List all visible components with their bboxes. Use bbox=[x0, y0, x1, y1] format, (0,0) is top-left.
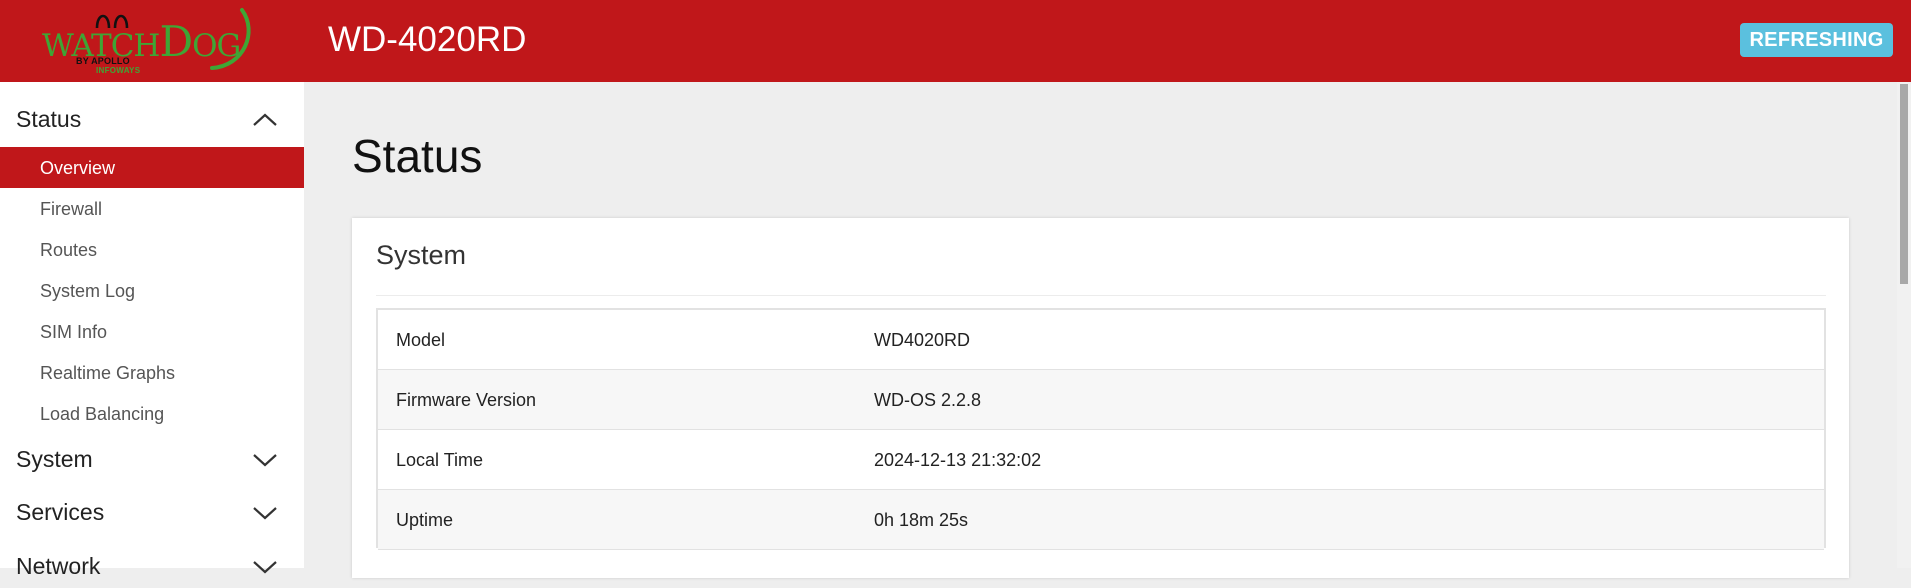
table-row: Uptime 0h 18m 25s bbox=[378, 490, 1824, 550]
system-panel: System Model WD4020RD Firmware Version W… bbox=[352, 218, 1849, 578]
chevron-down-icon bbox=[253, 507, 277, 520]
sidebar-section-label: System bbox=[16, 446, 93, 472]
panel-divider bbox=[376, 295, 1826, 296]
table-row: Local Time 2024-12-13 21:32:02 bbox=[378, 430, 1824, 490]
sidebar-item-firewall[interactable]: Firewall bbox=[0, 188, 304, 229]
row-value: WD4020RD bbox=[874, 330, 971, 350]
system-info-table: Model WD4020RD Firmware Version WD-OS 2.… bbox=[376, 308, 1826, 550]
table-row: Firmware Version WD-OS 2.2.8 bbox=[378, 370, 1824, 430]
sidebar-section-system[interactable]: System bbox=[0, 437, 304, 481]
row-value: WD-OS 2.2.8 bbox=[874, 390, 982, 410]
scrollbar-thumb[interactable] bbox=[1900, 84, 1908, 284]
sidebar-item-system-log[interactable]: System Log bbox=[0, 270, 304, 311]
sidebar-item-overview[interactable]: Overview bbox=[0, 147, 304, 188]
sidebar-item-label: Overview bbox=[40, 158, 116, 178]
row-key: Firmware Version bbox=[396, 390, 537, 410]
logo-text-d: D bbox=[159, 17, 193, 66]
sidebar-section-services[interactable]: Services bbox=[0, 490, 304, 534]
sidebar-item-label: Load Balancing bbox=[40, 404, 165, 424]
sidebar-item-label: Realtime Graphs bbox=[40, 363, 176, 383]
sidebar-section-label: Network bbox=[16, 553, 101, 579]
sidebar-item-label: SIM Info bbox=[40, 322, 108, 342]
refreshing-button[interactable]: REFRESHING bbox=[1740, 23, 1893, 57]
chevron-up-icon bbox=[253, 113, 277, 126]
row-key: Local Time bbox=[396, 450, 484, 470]
page-scrollbar[interactable] bbox=[1897, 82, 1911, 568]
sidebar-section-label: Services bbox=[16, 499, 105, 525]
device-title: WD-4020RD bbox=[328, 20, 527, 59]
sidebar-item-routes[interactable]: Routes bbox=[0, 229, 304, 270]
row-value: 2024-12-13 21:32:02 bbox=[874, 450, 1042, 470]
row-key: Uptime bbox=[396, 510, 454, 530]
sidebar-item-sim-info[interactable]: SIM Info bbox=[0, 311, 304, 352]
sidebar-section-status[interactable]: Status bbox=[0, 97, 304, 141]
panel-title: System bbox=[376, 240, 467, 270]
top-header: WATCHDOG BY APOLLO INFOWAYS WD-4020RD RE… bbox=[0, 0, 1911, 82]
sidebar-item-label: System Log bbox=[40, 281, 136, 301]
sidebar-section-network[interactable]: Network bbox=[0, 544, 304, 588]
sidebar-item-label: Routes bbox=[40, 240, 98, 260]
logo-company: INFOWAYS bbox=[96, 66, 141, 75]
sidebar-item-load-balancing[interactable]: Load Balancing bbox=[0, 393, 304, 434]
sidebar: Status Overview Firewall Routes System L… bbox=[0, 82, 304, 579]
sidebar-item-realtime-graphs[interactable]: Realtime Graphs bbox=[0, 352, 304, 393]
chevron-down-icon bbox=[253, 454, 277, 467]
logo-byline: BY APOLLO bbox=[76, 56, 130, 66]
table-row: Model WD4020RD bbox=[378, 310, 1824, 370]
row-value: 0h 18m 25s bbox=[874, 510, 969, 530]
sidebar-section-label: Status bbox=[16, 106, 82, 132]
row-key: Model bbox=[396, 330, 446, 350]
chevron-down-icon bbox=[253, 561, 277, 574]
page-title: Status bbox=[352, 130, 483, 182]
logo-swoosh-icon bbox=[210, 8, 251, 70]
watchdog-logo[interactable]: WATCHDOG BY APOLLO INFOWAYS bbox=[38, 4, 258, 76]
sidebar-item-label: Firewall bbox=[40, 199, 103, 219]
